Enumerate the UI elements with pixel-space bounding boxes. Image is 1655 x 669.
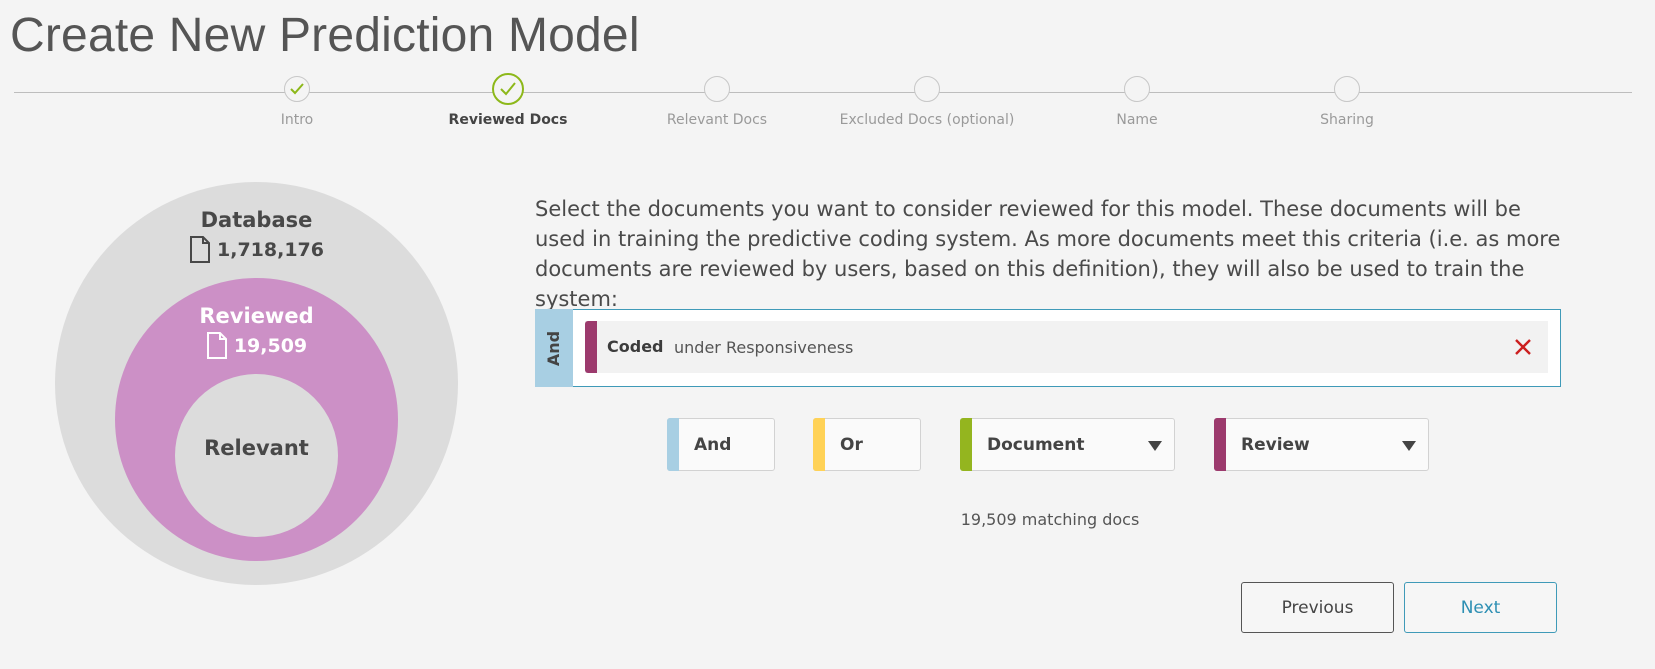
criteria-operator-label: And [544,330,564,366]
add-review-label: Review [1241,435,1310,455]
step-label: Reviewed Docs [448,112,568,128]
reviewed-count-row: 19,509 [55,332,458,359]
previous-button[interactable]: Previous [1241,582,1394,633]
step-reviewed-docs[interactable]: Reviewed Docs [408,73,608,128]
condition-field: Coded [607,337,664,356]
criteria-builder: And Coded under Responsiveness [535,309,1561,387]
step-label: Sharing [1320,112,1374,128]
color-bar [813,418,825,471]
document-icon [189,236,211,263]
step-label: Intro [280,112,314,128]
page-title: Create New Prediction Model [10,9,640,62]
check-icon [500,82,516,96]
condition-color-bar [585,321,597,373]
step-label: Name [1116,112,1158,128]
add-document-dropdown[interactable]: Document [960,418,1175,471]
add-or-label: Or [840,435,863,455]
instructions-text: Select the documents you want to conside… [535,197,1561,311]
condition-description: under Responsiveness [674,338,854,357]
add-document-label: Document [987,435,1085,455]
color-bar [1214,418,1226,471]
step-circle-pending [1334,76,1360,102]
caret-down-icon [1148,441,1162,451]
add-review-dropdown[interactable]: Review [1214,418,1429,471]
step-sharing[interactable]: Sharing [1247,76,1447,128]
database-label: Database [200,208,313,232]
reviewed-count: 19,509 [233,334,308,357]
color-bar [960,418,972,471]
condition-row[interactable]: Coded under Responsiveness [585,321,1548,373]
database-count-row: 1,718,176 [55,236,458,263]
relevant-label: Relevant [204,436,309,460]
matching-docs-count: 19,509 matching docs [960,510,1140,529]
step-label: Relevant Docs [666,112,768,128]
add-and-button[interactable]: And [667,418,775,471]
database-count: 1,718,176 [217,238,324,261]
step-excluded-docs[interactable]: Excluded Docs (optional) [827,76,1027,128]
step-name[interactable]: Name [1037,76,1237,128]
close-icon[interactable] [1512,336,1534,358]
next-button[interactable]: Next [1404,582,1557,633]
step-circle-pending [1124,76,1150,102]
step-circle-active [492,73,524,105]
color-bar [667,418,679,471]
step-intro[interactable]: Intro [197,76,397,128]
reviewed-label: Reviewed [199,304,314,328]
step-circle-pending [914,76,940,102]
document-icon [206,332,228,359]
step-circle-pending [704,76,730,102]
caret-down-icon [1402,441,1416,451]
step-circle-completed [284,76,310,102]
add-and-label: And [694,435,732,455]
document-venn-diagram: Database 1,718,176 Reviewed 19,509 Relev… [55,182,458,585]
add-or-button[interactable]: Or [813,418,921,471]
step-relevant-docs[interactable]: Relevant Docs [617,76,817,128]
step-label: Excluded Docs (optional) [839,112,1015,128]
check-icon [290,83,304,95]
criteria-operator[interactable]: And [535,309,573,387]
